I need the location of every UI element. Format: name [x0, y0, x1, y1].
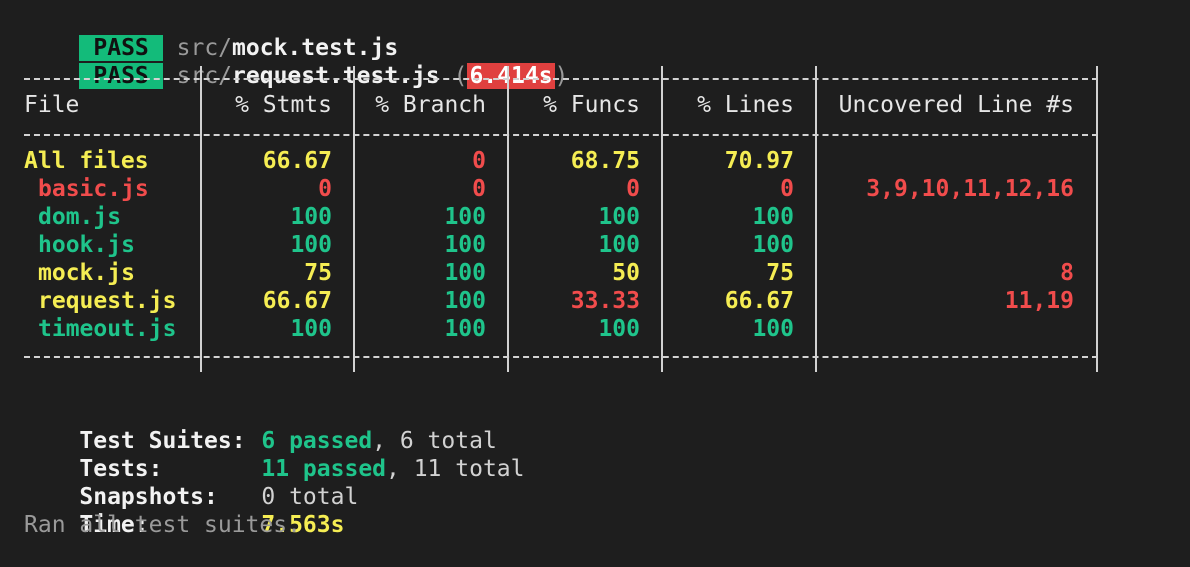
row-funcs: 100 — [598, 316, 640, 342]
summary-time: Time: 7.563s — [24, 483, 344, 538]
row-branch: 100 — [444, 260, 486, 286]
row-file: timeout.js — [38, 316, 177, 342]
row-lines: 0 — [780, 176, 794, 202]
row-branch: 0 — [472, 148, 486, 174]
table-header-border — [24, 134, 1098, 136]
summary-total: , 11 total — [386, 456, 525, 482]
row-file: mock.js — [38, 260, 135, 286]
terminal-window: PASS src/mock.test.js PASS src/request.t… — [0, 0, 1190, 544]
row-stmts: 100 — [290, 316, 332, 342]
test-result-line: PASS src/mock.test.js — [24, 6, 398, 61]
row-file: All files — [24, 148, 149, 174]
header-file: File — [24, 92, 80, 118]
row-lines: 75 — [766, 260, 794, 286]
row-funcs: 68.75 — [570, 148, 640, 174]
row-stmts: 75 — [304, 260, 332, 286]
row-lines: 100 — [752, 232, 794, 258]
path-prefix: src/ — [176, 63, 233, 89]
row-uncovered — [815, 315, 1074, 343]
row-lines: 100 — [752, 204, 794, 230]
table-bottom-border — [24, 356, 1098, 358]
row-funcs: 33.33 — [570, 288, 640, 314]
header-lines: % Lines — [697, 92, 794, 118]
row-lines: 66.67 — [724, 288, 794, 314]
header-branch: % Branch — [375, 92, 486, 118]
row-uncovered: 8 — [1060, 260, 1074, 286]
row-uncovered — [815, 147, 1074, 175]
row-file: request.js — [38, 288, 177, 314]
row-branch: 100 — [444, 316, 486, 342]
row-stmts: 66.67 — [262, 148, 332, 174]
row-funcs: 50 — [612, 260, 640, 286]
pass-badge: PASS — [79, 63, 163, 89]
row-funcs: 100 — [598, 232, 640, 258]
row-file: dom.js — [38, 204, 122, 230]
header-funcs: % Funcs — [543, 92, 640, 118]
row-file: hook.js — [38, 232, 135, 258]
row-stmts: 0 — [318, 176, 332, 202]
row-branch: 100 — [444, 288, 486, 314]
row-lines: 100 — [752, 316, 794, 342]
row-uncovered: 11,19 — [1004, 288, 1074, 314]
row-stmts: 100 — [290, 232, 332, 258]
row-stmts: 66.67 — [262, 288, 332, 314]
slow-timing-badge: 6.414s — [467, 63, 555, 89]
summary-tests: Tests: 11 passed, 11 total — [24, 427, 524, 482]
header-uncovered: Uncovered Line #s — [838, 92, 1074, 118]
row-file: basic.js — [38, 176, 149, 202]
row-branch: 0 — [472, 176, 486, 202]
summary-snapshots: Snapshots: 0 total — [24, 455, 358, 510]
header-stmts: % Stmts — [235, 92, 332, 118]
row-branch: 100 — [444, 232, 486, 258]
test-result-line: PASS src/request.test.js (6.414s) — [24, 34, 568, 89]
row-uncovered: 3,9,10,11,12,16 — [866, 176, 1074, 202]
row-funcs: 100 — [598, 204, 640, 230]
row-uncovered — [815, 231, 1074, 259]
row-lines: 70.97 — [724, 148, 794, 174]
row-uncovered — [815, 203, 1074, 231]
ran-all-message: Ran all test suites. — [24, 512, 301, 538]
table-top-border — [24, 78, 1098, 80]
row-stmts: 100 — [290, 204, 332, 230]
row-funcs: 0 — [626, 176, 640, 202]
test-file-name: request.test.js — [232, 63, 440, 89]
column-divider — [1096, 66, 1098, 372]
summary-suites: Test Suites: 6 passed, 6 total — [24, 399, 496, 454]
row-branch: 100 — [444, 204, 486, 230]
